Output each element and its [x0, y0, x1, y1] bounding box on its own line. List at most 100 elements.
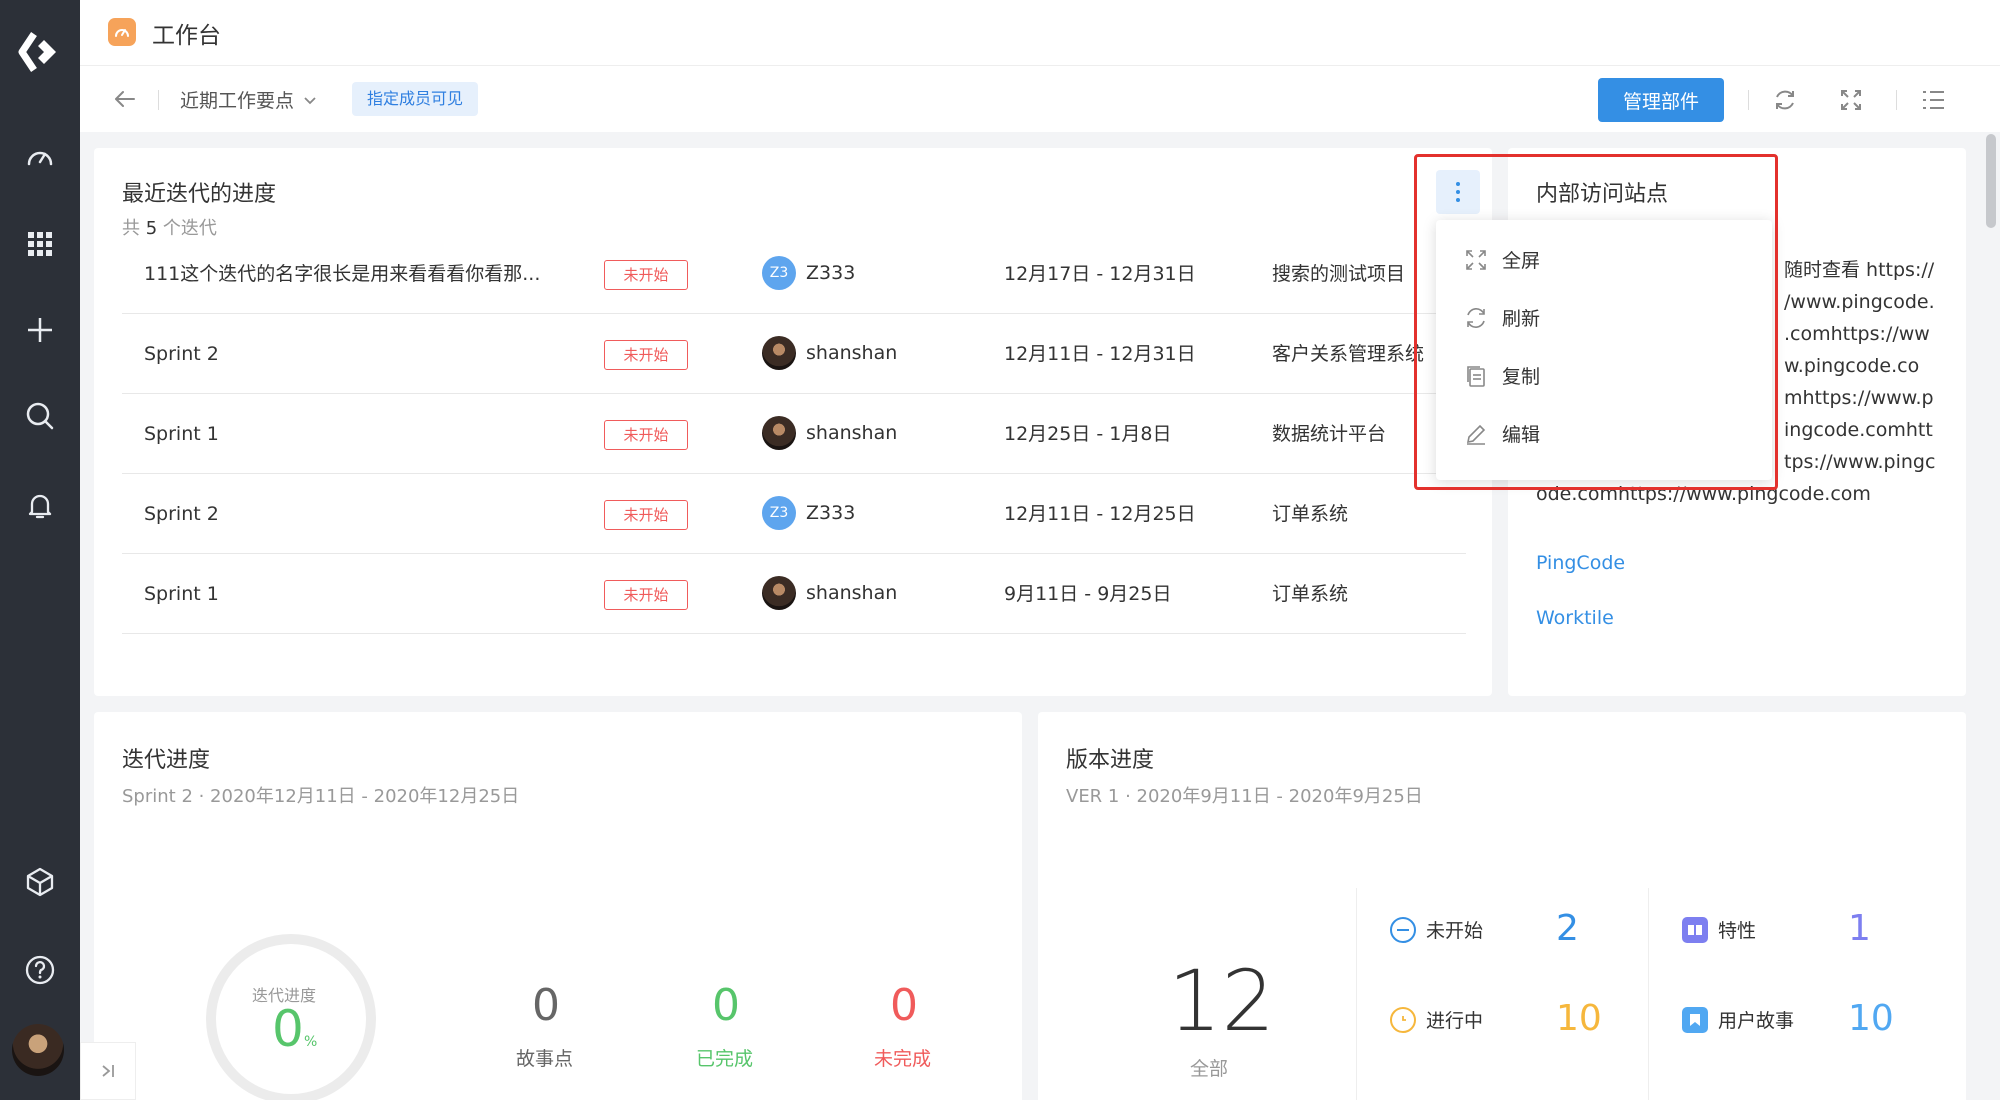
top-bar: 工作台 [80, 0, 2000, 66]
card-subtitle: VER 1 · 2020年9月11日 - 2020年9月25日 [1066, 786, 1423, 807]
date-range: 9月11日 - 9月25日 [1004, 583, 1172, 605]
menu-item-fullscreen[interactable]: 全屏 [1464, 246, 1540, 273]
iteration-name[interactable]: Sprint 2 [144, 474, 564, 554]
incomplete-value: 0 [890, 980, 918, 1031]
total-label: 全部 [1190, 1058, 1229, 1080]
iteration-name[interactable]: Sprint 1 [144, 394, 564, 474]
view-name: 近期工作要点 [180, 90, 295, 112]
avatar [762, 416, 796, 450]
type-user-story[interactable]: 用户故事 [1682, 1006, 1794, 1033]
clock-icon [1390, 1006, 1416, 1033]
fullscreen-icon[interactable] [1834, 83, 1868, 117]
avatar: Z3 [762, 496, 796, 530]
iteration-name[interactable]: Sprint 2 [144, 314, 564, 394]
back-arrow-icon[interactable] [110, 84, 140, 114]
user-avatar[interactable] [12, 1024, 64, 1076]
table-row[interactable]: 111这个迭代的名字很长是用来看看看你看那... 未开始 Z3 Z333 12月17日 … [122, 234, 1466, 314]
status-badge: 未开始 [604, 340, 688, 370]
type-feature[interactable]: 特性 [1682, 916, 1756, 943]
date-range: 12月17日 - 12月31日 [1004, 263, 1196, 285]
cube-icon[interactable] [16, 858, 64, 906]
visibility-badge[interactable]: 指定成员可见 [352, 82, 479, 116]
project-name: 数据统计平台 [1272, 423, 1387, 445]
table-row[interactable]: Sprint 1 未开始 shanshan 12月25日 - 1月8日 数据统计平台 [122, 394, 1466, 474]
search-icon[interactable] [16, 392, 64, 440]
edit-icon [1466, 424, 1486, 445]
site-link-pingcode[interactable]: PingCode [1536, 552, 1625, 574]
state-not-started[interactable]: 未开始 [1390, 916, 1483, 943]
assignee: shanshan [762, 576, 897, 610]
collapse-arrow-icon [102, 1065, 114, 1077]
toolbar: 近期工作要点 指定成员可见 管理部件 [80, 66, 2000, 132]
dashboard-icon[interactable] [16, 134, 64, 182]
divider [1896, 90, 1897, 110]
assignee-name: shanshan [806, 582, 898, 604]
project-name: 客户关系管理系统 [1272, 343, 1425, 365]
incomplete-label: 未完成 [874, 1048, 932, 1070]
date-range: 12月25日 - 1月8日 [1004, 423, 1172, 445]
add-icon[interactable] [16, 306, 64, 354]
app-logo-icon[interactable] [14, 26, 66, 78]
feature-value: 1 [1848, 908, 1871, 949]
notification-bell-icon[interactable] [16, 482, 64, 530]
story-points-value: 0 [532, 980, 560, 1031]
collapse-sidebar-button[interactable] [80, 1042, 136, 1100]
status-badge: 未开始 [604, 420, 688, 450]
page-title: 工作台 [152, 23, 221, 49]
assignee: shanshan [762, 336, 897, 370]
assignee-name: shanshan [806, 342, 898, 364]
refresh-icon [1467, 307, 1485, 328]
workbench-app-icon [108, 18, 136, 46]
assignee: shanshan [762, 416, 897, 450]
site-link-worktile[interactable]: Worktile [1536, 607, 1614, 629]
card-title: 迭代进度 [122, 748, 211, 773]
card-title: 内部访问站点 [1536, 182, 1669, 207]
assignee-name: shanshan [806, 422, 898, 444]
iteration-name[interactable]: Sprint 1 [144, 554, 564, 634]
help-icon[interactable] [16, 946, 64, 994]
assignee: Z3 Z333 [762, 256, 855, 290]
copy-icon [1467, 365, 1485, 387]
manage-widgets-button[interactable]: 管理部件 [1598, 78, 1724, 122]
table-row[interactable]: Sprint 1 未开始 shanshan 9月11日 - 9月25日 订单系统 [122, 554, 1466, 634]
divider [1648, 888, 1649, 1100]
view-selector[interactable]: 近期工作要点 [180, 86, 318, 113]
date-range: 12月11日 - 12月25日 [1004, 503, 1196, 525]
user-story-value: 10 [1848, 998, 1894, 1039]
assignee-name: Z333 [806, 262, 856, 284]
recent-iterations-card: 最近迭代的进度 共 5 个迭代 111这个迭代的名字很长是用来看看看你看那...… [94, 148, 1492, 696]
menu-item-refresh[interactable]: 刷新 [1464, 304, 1540, 331]
project-name: 订单系统 [1272, 583, 1349, 605]
widget-context-menu: 全屏 刷新 复制 编辑 [1436, 220, 1772, 480]
apps-grid-icon[interactable] [16, 220, 64, 268]
status-badge: 未开始 [604, 580, 688, 610]
table-row[interactable]: Sprint 2 未开始 Z3 Z333 12月11日 - 12月25日 订单系统 [122, 474, 1466, 554]
avatar [762, 336, 796, 370]
divider [1748, 90, 1749, 110]
refresh-icon[interactable] [1768, 83, 1802, 117]
gauge-unit: % [304, 1034, 318, 1050]
project-name: 搜索的测试项目 [1272, 263, 1406, 285]
table-row[interactable]: Sprint 2 未开始 shanshan 12月11日 - 12月31日 客户关系管理… [122, 314, 1466, 394]
story-points-label: 故事点 [516, 1048, 574, 1070]
status-badge: 未开始 [604, 260, 688, 290]
completed-value: 0 [712, 980, 740, 1031]
menu-item-edit[interactable]: 编辑 [1464, 420, 1540, 447]
page-scrollbar[interactable] [1986, 134, 1996, 228]
in-progress-value: 10 [1556, 998, 1602, 1039]
assignee: Z3 Z333 [762, 496, 855, 530]
vertical-dots-icon [1456, 182, 1460, 202]
avatar: Z3 [762, 256, 796, 290]
fullscreen-icon [1466, 249, 1486, 270]
menu-item-copy[interactable]: 复制 [1464, 362, 1540, 389]
state-in-progress[interactable]: 进行中 [1390, 1006, 1483, 1033]
feature-icon [1682, 916, 1708, 943]
iteration-name[interactable]: 111这个迭代的名字很长是用来看看看你看那... [144, 234, 564, 314]
divider [1356, 888, 1357, 1100]
avatar [762, 576, 796, 610]
divider [158, 90, 159, 110]
chevron-down-icon [304, 96, 316, 104]
list-settings-icon[interactable] [1916, 83, 1950, 117]
left-nav [0, 0, 80, 1100]
more-options-button[interactable] [1436, 170, 1480, 214]
